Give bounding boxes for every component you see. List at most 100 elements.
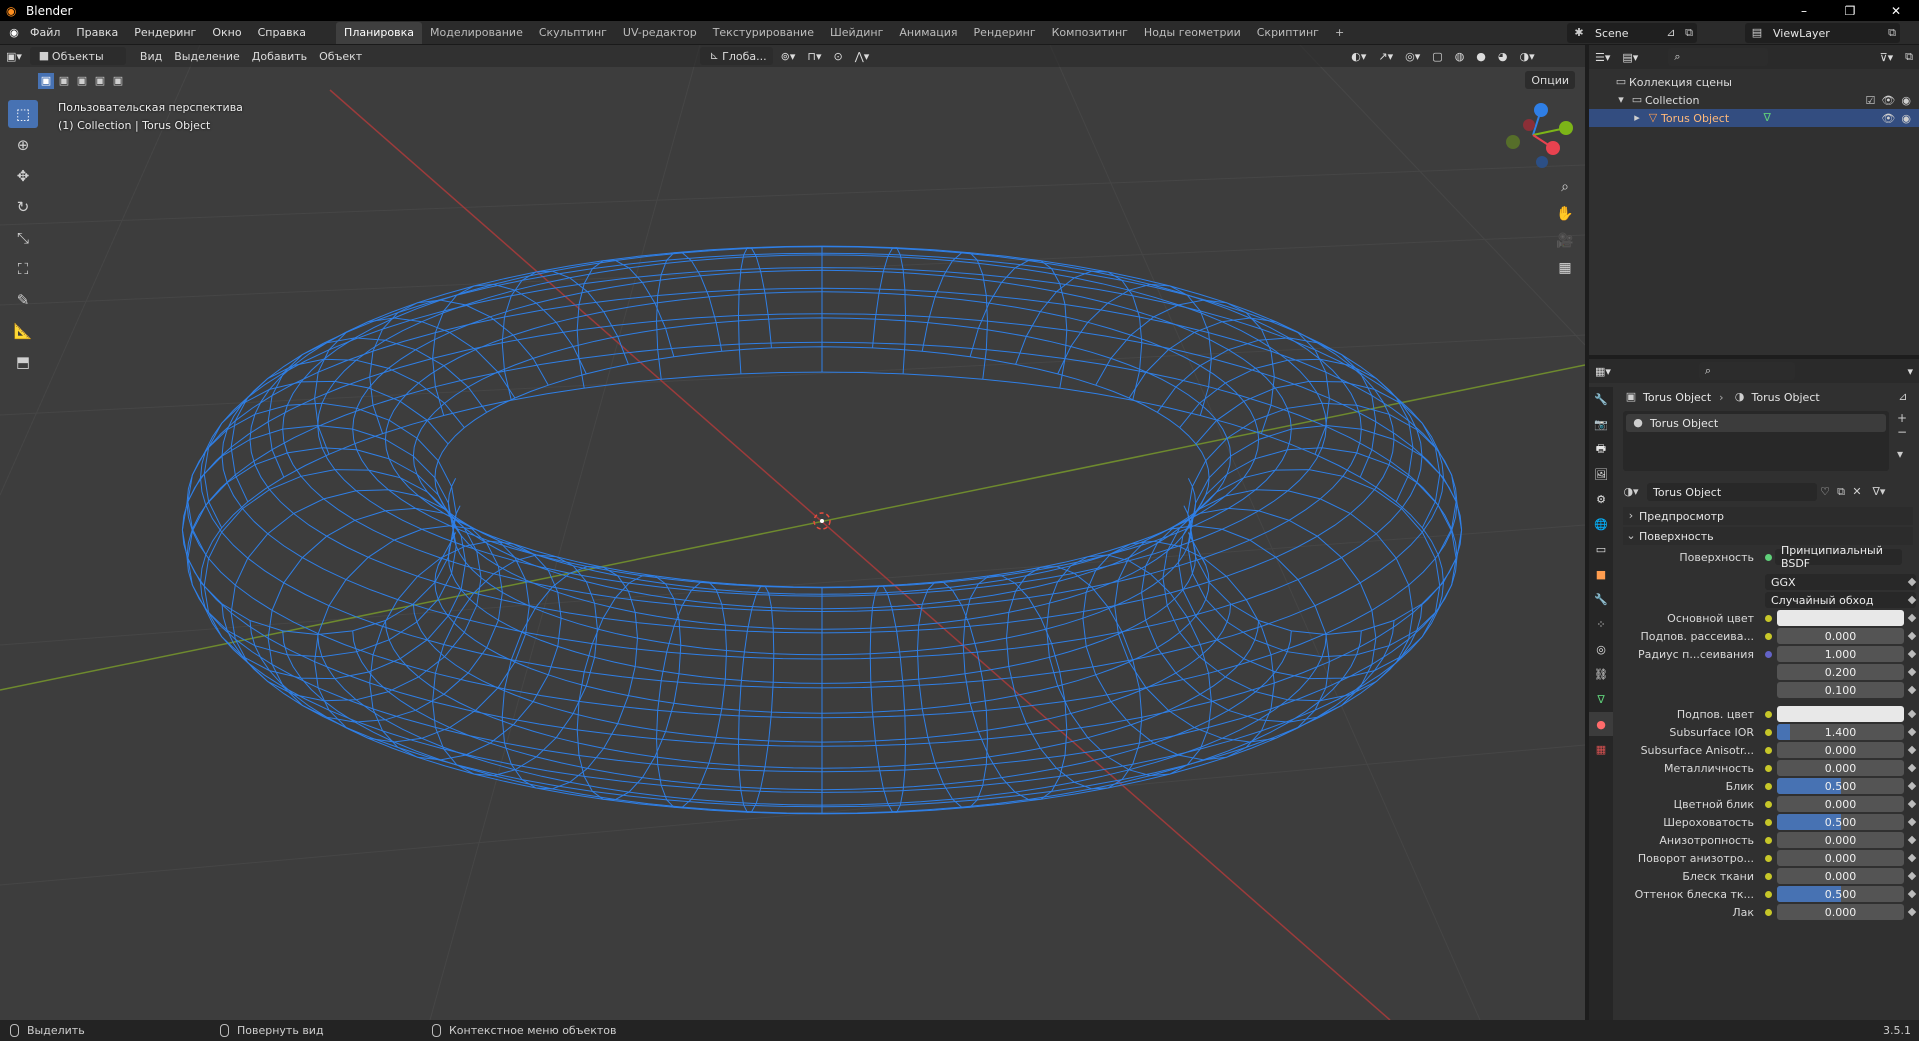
physics-tab-icon[interactable]: ◎ [1589,637,1613,661]
add-cube-tool[interactable]: ⬒ [8,348,38,376]
render-tab-icon[interactable]: 📷 [1589,412,1613,436]
expand-arrow-icon[interactable]: ▸ [1629,110,1645,126]
numeric-field[interactable]: 0.000 [1777,850,1904,866]
snap-icon[interactable]: ⊓▾ [801,47,827,65]
shading-rendered-icon[interactable]: ◑▾ [1514,47,1541,65]
numeric-field[interactable]: 0.000 [1777,904,1904,920]
new-collection-icon[interactable]: ⧉ [1899,48,1919,66]
slot-menu-icon[interactable]: ▾ [1897,447,1913,461]
add-slot-icon[interactable]: + [1897,411,1913,425]
material-slot-item[interactable]: ● Torus Object [1626,414,1886,432]
view-layer-selector[interactable]: ▤ ViewLayer ⧉ [1745,23,1900,43]
socket-icon[interactable] [1765,710,1772,718]
keyframe-icon[interactable] [1907,907,1917,917]
overlay-icon[interactable]: ◎▾ [1399,47,1426,65]
numeric-field[interactable]: 0.200 [1777,664,1904,680]
keyframe-icon[interactable] [1907,667,1917,677]
shading-wireframe-icon[interactable]: ◍ [1449,47,1471,65]
surface-shader-dropdown[interactable]: Принципиальный BSDF [1775,544,1902,570]
menu-add[interactable]: Добавить [246,47,313,65]
socket-icon[interactable] [1765,854,1772,862]
modifier-tab-icon[interactable]: 🔧 [1589,587,1613,611]
keyframe-icon[interactable] [1907,613,1917,623]
tab-rendering[interactable]: Рендеринг [966,22,1044,44]
pin-icon[interactable]: ⊿ [1895,389,1911,405]
select-intersect-icon[interactable]: ▣ [110,73,126,89]
keyframe-icon[interactable] [1907,835,1917,845]
socket-icon[interactable] [1765,890,1772,898]
pan-hand-icon[interactable]: ✋ [1553,202,1577,226]
tab-animation[interactable]: Анимация [891,22,965,44]
numeric-field[interactable]: 0.000 [1777,628,1904,644]
keyframe-icon[interactable] [1907,745,1917,755]
display-mode-icon[interactable]: ▤▾ [1616,48,1644,66]
xray-icon[interactable]: ▢ [1426,47,1448,65]
numeric-field[interactable]: 0.500 [1777,814,1904,830]
numeric-field[interactable]: 0.500 [1777,778,1904,794]
close-button[interactable]: ✕ [1873,0,1919,21]
socket-icon[interactable] [1765,872,1772,880]
gizmo-icon[interactable]: ↗▾ [1372,47,1399,65]
blender-menu-icon[interactable]: ◉ [6,25,22,41]
tab-geometry-nodes[interactable]: Ноды геометрии [1136,22,1249,44]
visibility-icon[interactable]: ◐▾ [1345,47,1372,65]
tab-modeling[interactable]: Моделирование [422,22,531,44]
material-name-field[interactable]: Torus Object [1647,483,1817,501]
numeric-field[interactable]: 1.400 [1777,724,1904,740]
socket-icon[interactable] [1765,908,1772,916]
numeric-field[interactable]: 0.000 [1777,742,1904,758]
options-dropdown[interactable]: Опции [1525,71,1575,89]
select-new-icon[interactable]: ▣ [38,73,54,89]
menu-view[interactable]: Вид [134,47,168,65]
camera-icon[interactable]: 🎥 [1553,229,1577,253]
remove-slot-icon[interactable]: − [1897,425,1913,439]
menu-file[interactable]: Файл [22,21,68,45]
collection-tab-icon[interactable]: ▭ [1589,537,1613,561]
socket-icon[interactable] [1765,818,1772,826]
socket-icon[interactable] [1765,764,1772,772]
tab-compositing[interactable]: Композитинг [1044,22,1136,44]
numeric-field[interactable]: 0.000 [1777,832,1904,848]
socket-icon[interactable] [1765,728,1772,736]
expand-arrow-icon[interactable]: ▾ [1613,92,1629,108]
view-layer-tab-icon[interactable]: 🖼 [1589,462,1613,486]
menu-window[interactable]: Окно [204,21,249,45]
keyframe-icon[interactable] [1907,799,1917,809]
keyframe-icon[interactable] [1907,781,1917,791]
numeric-field[interactable]: 0.100 [1777,682,1904,698]
camera-icon[interactable]: ◉ [1901,94,1911,107]
transform-orientation[interactable]: ⊾ Глоба... [700,47,773,65]
torus-wireframe[interactable] [181,245,1463,815]
keyframe-icon[interactable] [1907,649,1917,659]
editor-type-icon[interactable]: ▣▾ [0,47,28,65]
subsurface-method-dropdown[interactable]: Случайный обход [1765,592,1916,608]
outliner-search-input[interactable]: ⌕ [1668,48,1769,66]
numeric-field[interactable]: 0.500 [1777,886,1904,902]
numeric-field[interactable]: 1.000 [1777,646,1904,662]
checkbox-icon[interactable]: ☑ [1866,94,1876,107]
mode-selector[interactable]: ■ Объекты [29,47,126,65]
3d-viewport[interactable]: ▣▾ ■ Объекты Вид Выделение Добавить Объе… [0,45,1585,1020]
eye-icon[interactable]: 👁 [1881,94,1895,107]
rotate-tool[interactable]: ↻ [8,193,38,221]
menu-object[interactable]: Объект [313,47,368,65]
select-extend-icon[interactable]: ▣ [56,73,72,89]
menu-select[interactable]: Выделение [168,47,246,65]
mesh-data-icon[interactable]: ∇ [1759,110,1775,126]
socket-icon[interactable] [1765,746,1772,754]
texture-tab-icon[interactable]: ▦ [1589,737,1613,761]
socket-icon[interactable] [1765,836,1772,844]
shading-solid-icon[interactable]: ● [1470,47,1492,65]
surface-section-header[interactable]: ⌄ Поверхность [1623,527,1913,545]
tab-texture-paint[interactable]: Текстурирование [705,22,822,44]
duplicate-material-icon[interactable]: ⧉ [1833,484,1849,500]
material-tab-icon[interactable]: ● [1589,712,1613,736]
pivot-icon[interactable]: ⊚▾ [775,47,802,65]
mesh-data-tab-icon[interactable]: ∇ [1589,687,1613,711]
keyframe-icon[interactable] [1907,727,1917,737]
menu-edit[interactable]: Правка [68,21,126,45]
new-view-layer-icon[interactable]: ⧉ [1884,25,1900,41]
numeric-field[interactable]: 0.000 [1777,868,1904,884]
tree-torus-object[interactable]: ▸ ▽ Torus Object ∇ 👁 ◉ [1589,109,1919,127]
socket-icon[interactable] [1765,782,1772,790]
